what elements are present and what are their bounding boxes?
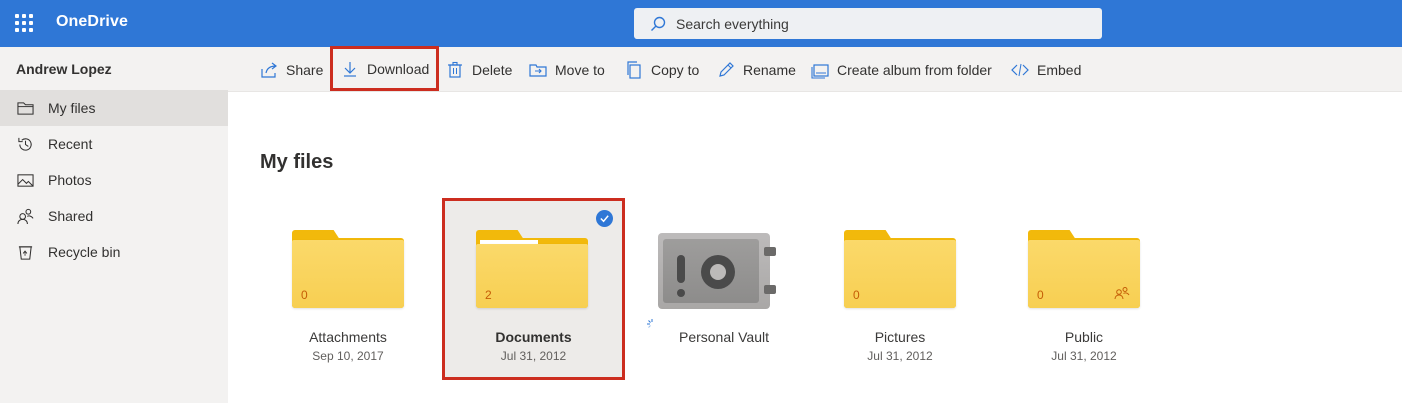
search-placeholder: Search everything	[676, 15, 789, 32]
loading-icon	[647, 319, 653, 328]
folder-tile-personal-vault[interactable]: Personal Vault	[628, 200, 804, 376]
folder-icon: 0	[1028, 230, 1140, 308]
checkmark-icon[interactable]	[596, 210, 613, 227]
app-header: OneDrive Search everything	[0, 0, 1402, 47]
embed-button[interactable]: Embed	[1011, 47, 1081, 92]
rename-label: Rename	[743, 61, 796, 78]
item-count: 0	[1037, 288, 1044, 302]
tile-date: Jul 31, 2012	[500, 349, 567, 363]
download-label: Download	[367, 60, 430, 77]
folder-icon: 2	[476, 230, 588, 308]
move-to-label: Move to	[555, 61, 605, 78]
download-icon	[344, 61, 356, 77]
item-count: 0	[301, 288, 308, 302]
clock-icon	[16, 135, 34, 153]
folder-icon	[16, 99, 34, 117]
folder-tile-public[interactable]: 0 Public Jul 31, 2012	[996, 200, 1172, 376]
share-button[interactable]: Share	[260, 47, 323, 92]
embed-label: Embed	[1037, 61, 1082, 78]
item-count: 2	[485, 288, 492, 302]
nav-item-label: Shared	[48, 208, 94, 224]
share-icon	[261, 62, 277, 78]
tile-name: Personal Vault	[678, 329, 769, 345]
people-icon	[16, 207, 34, 225]
search-input[interactable]: Search everything	[634, 8, 1102, 39]
delete-label: Delete	[472, 61, 513, 78]
folder-icon: 0	[292, 230, 404, 308]
download-button[interactable]: Download	[330, 46, 440, 91]
share-label: Share	[286, 61, 324, 78]
delete-button[interactable]: Delete	[446, 47, 512, 92]
nav-item-label: Recycle bin	[48, 244, 121, 260]
folder-tile-pictures[interactable]: 0 Pictures Jul 31, 2012	[812, 200, 988, 376]
search-icon	[651, 16, 666, 31]
move-to-button[interactable]: Move to	[529, 47, 605, 92]
tile-date: Jul 31, 2012	[1051, 349, 1117, 363]
tile-date: Jul 31, 2012	[867, 349, 933, 363]
nav-item-recent[interactable]: Recent	[0, 126, 228, 162]
folder-icon: 0	[844, 230, 956, 308]
nav-item-recycle-bin[interactable]: Recycle bin	[0, 234, 228, 270]
tile-name: Public	[1064, 329, 1104, 345]
code-icon	[1011, 63, 1029, 76]
nav-item-label: My files	[48, 100, 96, 116]
trash-icon	[448, 61, 462, 78]
copy-icon	[627, 60, 641, 79]
app-title[interactable]: OneDrive	[56, 13, 128, 31]
tile-name: Documents	[495, 329, 572, 345]
vault-icon	[658, 233, 776, 309]
create-album-button[interactable]: Create album from folder	[811, 47, 992, 92]
nav-item-photos[interactable]: Photos	[0, 162, 228, 198]
album-icon	[811, 63, 829, 79]
item-count: 0	[853, 288, 860, 302]
folder-tile-attachments[interactable]: 0 Attachments Sep 10, 2017	[260, 200, 436, 376]
tile-name: Attachments	[309, 329, 387, 345]
user-name: Andrew Lopez	[16, 61, 112, 77]
nav-item-label: Recent	[48, 136, 93, 152]
page-title: My files	[260, 151, 334, 173]
rename-button[interactable]: Rename	[717, 47, 796, 92]
nav-item-shared[interactable]: Shared	[0, 198, 228, 234]
folder-tile-documents[interactable]: 2 Documents Jul 31, 2012	[442, 198, 625, 380]
recycle-bin-icon	[16, 243, 34, 261]
app-launcher-icon[interactable]	[15, 14, 33, 32]
create-album-label: Create album from folder	[837, 61, 992, 78]
image-icon	[16, 171, 34, 189]
copy-to-button[interactable]: Copy to	[625, 47, 699, 92]
nav-item-label: Photos	[48, 172, 92, 188]
nav-item-my-files[interactable]: My files	[0, 90, 228, 126]
move-icon	[529, 63, 547, 77]
tile-name: Pictures	[874, 329, 926, 345]
shared-people-icon	[1114, 287, 1130, 300]
tile-date: Sep 10, 2017	[312, 349, 384, 363]
copy-to-label: Copy to	[651, 61, 700, 78]
pencil-icon	[719, 61, 734, 77]
